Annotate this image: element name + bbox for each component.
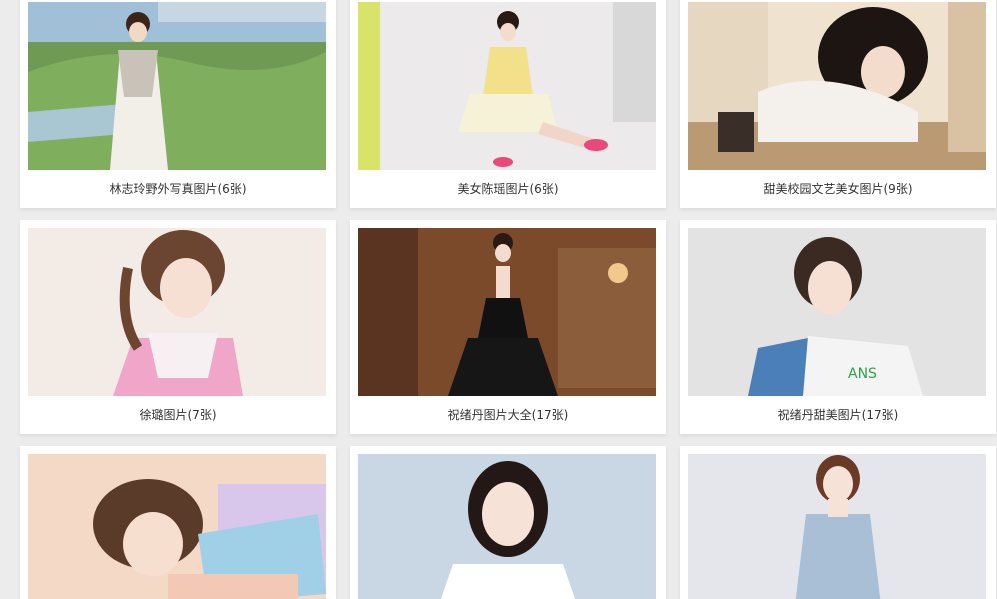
album-thumbnail[interactable] bbox=[28, 228, 326, 396]
album-card[interactable]: 徐璐图片(7张) bbox=[20, 220, 336, 434]
album-grid: 林志玲野外写真图片(6张) 美女陈瑶图片(6张) 甜美校园文艺美女图片(9张) … bbox=[0, 0, 997, 599]
album-title[interactable]: 林志玲野外写真图片(6张) bbox=[20, 182, 336, 196]
album-card[interactable]: ANS 祝绪丹甜美图片(17张) bbox=[680, 220, 996, 434]
album-thumbnail[interactable] bbox=[358, 228, 656, 396]
album-thumbnail[interactable] bbox=[28, 2, 326, 170]
album-thumbnail[interactable] bbox=[688, 454, 986, 599]
album-card[interactable] bbox=[350, 446, 666, 599]
album-thumbnail[interactable] bbox=[688, 2, 986, 170]
album-thumbnail[interactable]: ANS bbox=[688, 228, 986, 396]
album-title[interactable]: 祝绪丹甜美图片(17张) bbox=[680, 408, 996, 422]
svg-text:ANS: ANS bbox=[848, 366, 877, 382]
album-title[interactable]: 甜美校园文艺美女图片(9张) bbox=[680, 182, 996, 196]
album-thumbnail[interactable] bbox=[358, 454, 656, 599]
album-title[interactable]: 美女陈瑶图片(6张) bbox=[350, 182, 666, 196]
album-title[interactable]: 祝绪丹图片大全(17张) bbox=[350, 408, 666, 422]
album-thumbnail[interactable] bbox=[28, 454, 326, 599]
album-card[interactable]: 美女陈瑶图片(6张) bbox=[350, 0, 666, 208]
album-card[interactable]: 林志玲野外写真图片(6张) bbox=[20, 0, 336, 208]
album-card[interactable]: 祝绪丹图片大全(17张) bbox=[350, 220, 666, 434]
album-card[interactable]: 甜美校园文艺美女图片(9张) bbox=[680, 0, 996, 208]
album-thumbnail[interactable] bbox=[358, 2, 656, 170]
album-card[interactable] bbox=[680, 446, 996, 599]
album-title[interactable]: 徐璐图片(7张) bbox=[20, 408, 336, 422]
album-card[interactable] bbox=[20, 446, 336, 599]
